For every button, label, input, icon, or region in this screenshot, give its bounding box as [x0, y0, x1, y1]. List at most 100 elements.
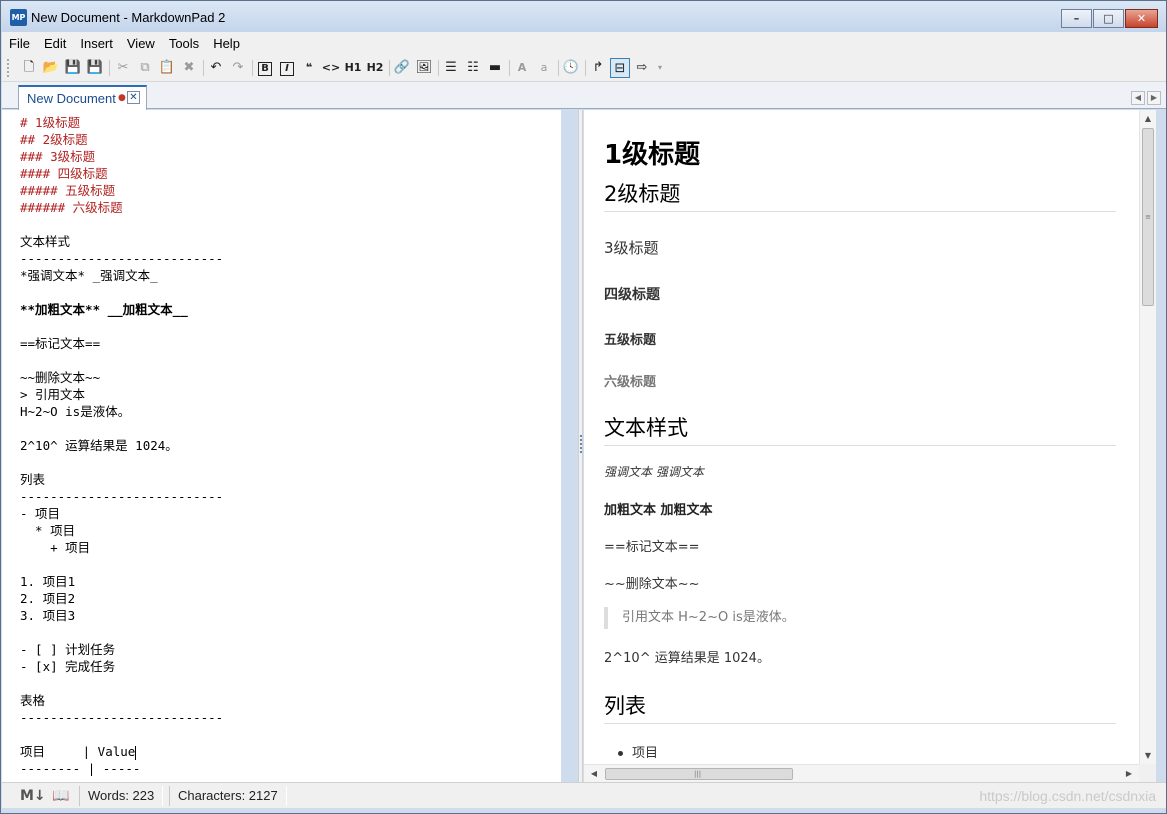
editor-line[interactable]: 项目 | Value	[20, 743, 223, 760]
paste-icon[interactable]: 📋	[157, 58, 177, 78]
open-folder-icon[interactable]: 📂	[41, 58, 61, 78]
unordered-list-icon[interactable]: ☰	[441, 58, 461, 78]
maximize-button[interactable]: □	[1093, 9, 1124, 28]
menu-edit[interactable]: Edit	[37, 36, 73, 51]
editor-line[interactable]: H~2~O is是液体。	[20, 403, 223, 420]
editor-line[interactable]	[20, 556, 223, 573]
editor-line[interactable]: + 项目	[20, 539, 223, 556]
editor-line[interactable]: 2^10^ 运算结果是 1024。	[20, 437, 223, 454]
editor-line[interactable]	[20, 420, 223, 437]
editor-line[interactable]: ---------------------------	[20, 488, 223, 505]
tab-close-icon[interactable]: ✕	[127, 91, 140, 104]
h1-button[interactable]: H1	[343, 58, 363, 78]
h2-button[interactable]: H2	[365, 58, 385, 78]
editor-line[interactable]: ---------------------------	[20, 250, 223, 267]
undo-icon[interactable]: ↶	[206, 58, 226, 78]
hyperlink-icon[interactable]: 🔗	[392, 58, 412, 78]
cut-icon[interactable]: ✂	[113, 58, 133, 78]
scroll-right-icon[interactable]: ▶	[1121, 765, 1137, 782]
editor-line[interactable]	[20, 284, 223, 301]
close-window-button[interactable]: ✕	[1125, 9, 1158, 28]
editor-line[interactable]: - [x] 完成任务	[20, 658, 223, 675]
preview-scroll-thumb[interactable]: ≡	[1142, 128, 1154, 306]
save-all-icon[interactable]: 💾	[85, 58, 105, 78]
scroll-up-icon[interactable]: ▲	[1140, 110, 1156, 127]
editor-line[interactable]: **加粗文本** __加粗文本__	[20, 301, 223, 318]
splitter-grip[interactable]	[580, 435, 582, 453]
redo-icon[interactable]: ↷	[228, 58, 248, 78]
delete-icon[interactable]: ✖	[179, 58, 199, 78]
new-document-icon[interactable]: 🗋	[19, 58, 39, 78]
toolbar-overflow-icon[interactable]: ▾	[654, 58, 666, 78]
preview-horizontal-scrollbar[interactable]: ◀ ||| ▶	[584, 764, 1139, 782]
editor-line[interactable]: #### 四级标题	[20, 165, 223, 182]
tab-scroll-left-icon[interactable]: ◀	[1131, 91, 1145, 105]
editor-line[interactable]: ==标记文本==	[20, 335, 223, 352]
editor-line[interactable]	[20, 352, 223, 369]
blockquote-icon[interactable]: ❝	[299, 58, 319, 78]
editor-line[interactable]: - [ ] 计划任务	[20, 641, 223, 658]
editor-line[interactable]: 表格	[20, 692, 223, 709]
book-icon[interactable]: 📖	[52, 787, 69, 805]
editor-line[interactable]	[20, 726, 223, 743]
editor-line[interactable]: ###### 六级标题	[20, 199, 223, 216]
tab-new-document[interactable]: New Document ● ✕	[18, 85, 147, 110]
editor-line[interactable]: * 项目	[20, 522, 223, 539]
preview-vertical-scrollbar[interactable]: ▲ ≡ ▼	[1139, 110, 1156, 764]
editor-line[interactable]: -------- | -----	[20, 760, 223, 777]
editor-line[interactable]: # 1级标题	[20, 114, 223, 131]
preview-hscroll-thumb[interactable]: |||	[605, 768, 793, 780]
scroll-down-icon[interactable]: ▼	[1140, 747, 1156, 764]
editor-line[interactable]: 2. 项目2	[20, 590, 223, 607]
timestamp-icon[interactable]: 🕓	[561, 58, 581, 78]
save-icon[interactable]: 💾	[63, 58, 83, 78]
markdown-editor[interactable]: # 1级标题 ## 2级标题 ### 3级标题 #### 四级标题 ##### 五级标题…	[2, 110, 561, 782]
ordered-list-icon[interactable]: ☷	[463, 58, 483, 78]
text-caret	[135, 745, 137, 760]
preview-mark-text: ==标记文本==	[604, 540, 700, 555]
menu-view[interactable]: View	[120, 36, 162, 51]
editor-line[interactable]: ##### 五级标题	[20, 182, 223, 199]
editor-text-area[interactable]: # 1级标题 ## 2级标题 ### 3级标题 #### 四级标题 ##### 五级标题…	[20, 114, 223, 777]
editor-line[interactable]: 列表	[20, 471, 223, 488]
editor-line[interactable]	[20, 675, 223, 692]
editor-line[interactable]	[20, 216, 223, 233]
character-count: Characters: 2127	[169, 786, 287, 806]
editor-line[interactable]: ## 2级标题	[20, 131, 223, 148]
open-in-browser-icon[interactable]: ⇨	[632, 58, 652, 78]
editor-line[interactable]: ~~删除文本~~	[20, 369, 223, 386]
font-smaller-button[interactable]: a	[534, 58, 554, 78]
tab-scroll-right-icon[interactable]: ▶	[1147, 91, 1161, 105]
editor-line[interactable]: 3. 项目3	[20, 607, 223, 624]
editor-line[interactable]	[20, 624, 223, 641]
menu-file[interactable]: File	[2, 36, 37, 51]
editor-line[interactable]: 1. 项目1	[20, 573, 223, 590]
scroll-left-icon[interactable]: ◀	[586, 765, 602, 782]
code-icon[interactable]: <>	[321, 58, 341, 78]
pane-splitter[interactable]	[578, 110, 583, 782]
image-icon[interactable]: 🖼	[414, 58, 434, 78]
editor-line[interactable]	[20, 454, 223, 471]
editor-line[interactable]: - 项目	[20, 505, 223, 522]
horizontal-rule-icon[interactable]: ▬	[485, 58, 505, 78]
editor-line[interactable]: ### 3级标题	[20, 148, 223, 165]
live-preview-toggle-icon[interactable]: ⊟	[610, 58, 630, 78]
menu-insert[interactable]: Insert	[73, 36, 120, 51]
title-bar[interactable]: MP New Document - MarkdownPad 2 – □ ✕	[1, 1, 1166, 32]
copy-icon[interactable]: ⧉	[135, 58, 155, 78]
font-larger-button[interactable]: A	[512, 58, 532, 78]
bold-button[interactable]: B	[255, 58, 275, 78]
editor-line[interactable]	[20, 318, 223, 335]
markdown-mode-icon[interactable]: M↓	[20, 787, 46, 805]
italic-button[interactable]: I	[277, 58, 297, 78]
editor-line[interactable]: *强调文本* _强调文本_	[20, 267, 223, 284]
menu-help[interactable]: Help	[206, 36, 247, 51]
editor-line[interactable]: ---------------------------	[20, 709, 223, 726]
toolbar-grip[interactable]	[7, 59, 10, 77]
editor-line[interactable]: 文本样式	[20, 233, 223, 250]
export-icon[interactable]: ↱	[588, 58, 608, 78]
minimize-button[interactable]: –	[1061, 9, 1092, 28]
editor-line[interactable]: > 引用文本	[20, 386, 223, 403]
tab-scroll-controls: ◀ ▶	[1129, 91, 1161, 105]
menu-tools[interactable]: Tools	[162, 36, 206, 51]
